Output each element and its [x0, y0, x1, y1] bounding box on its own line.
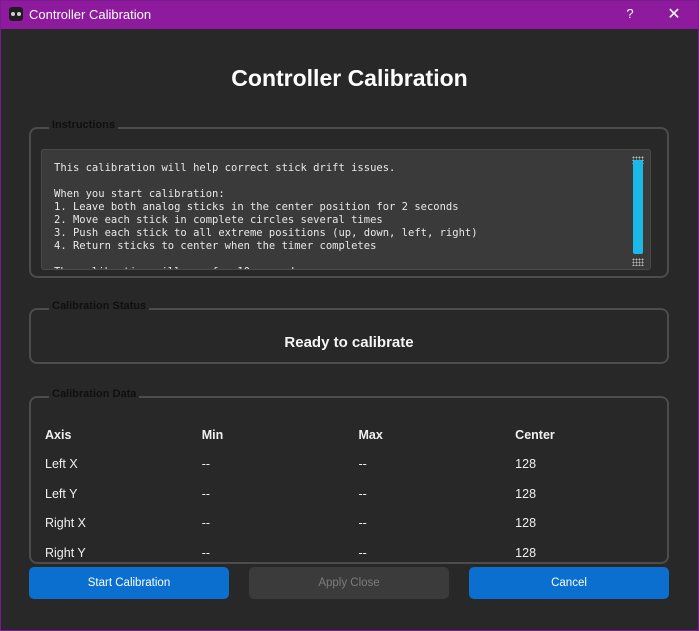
title-bar: Controller Calibration ? ✕ — [1, 1, 698, 29]
table-row: Left Y -- -- 128 — [45, 479, 645, 509]
table-row: Right X -- -- 128 — [45, 509, 645, 539]
window-title: Controller Calibration — [29, 7, 152, 22]
center-cell: 128 — [515, 545, 537, 560]
close-button[interactable]: ✕ — [663, 4, 685, 26]
axis-cell: Left Y — [45, 486, 78, 501]
calibration-window: Controller Calibration ? ✕ Controller Ca… — [0, 0, 699, 631]
apply-close-button[interactable]: Apply Close — [249, 567, 449, 599]
axis-cell: Left X — [45, 457, 78, 472]
max-cell: -- — [358, 457, 367, 472]
min-cell: -- — [201, 516, 211, 531]
column-header-axis: Axis — [45, 427, 72, 442]
page-title: Controller Calibration — [231, 65, 468, 91]
center-cell: 128 — [515, 516, 537, 531]
table-row: Left X -- -- 128 — [45, 450, 645, 480]
axis-cell: Right Y — [45, 545, 86, 560]
max-cell: -- — [358, 516, 367, 531]
column-header-center: Center — [515, 427, 555, 442]
instructions-group: Instructions This calibration will help … — [29, 119, 669, 278]
calibration-data-group: Calibration Data Axis Min Max Center Lef… — [29, 388, 669, 564]
table-row: Right Y -- -- 128 — [45, 538, 645, 568]
cancel-button[interactable]: Cancel — [469, 567, 669, 599]
status-text: Ready to calibrate — [284, 334, 414, 351]
instructions-textbox[interactable]: This calibration will help correct stick… — [41, 149, 651, 270]
min-cell: -- — [201, 457, 211, 472]
max-cell: -- — [358, 545, 367, 560]
instructions-legend: Instructions — [49, 119, 118, 131]
start-calibration-button[interactable]: Start Calibration — [29, 567, 229, 599]
axis-cell: Right X — [45, 516, 86, 531]
status-group: Calibration Status Ready to calibrate — [29, 300, 669, 364]
help-button[interactable]: ? — [621, 6, 639, 24]
instructions-scrollbar[interactable] — [632, 156, 644, 266]
scroll-down-arrow[interactable] — [632, 258, 644, 266]
min-cell: -- — [201, 486, 211, 501]
column-header-max: Max — [358, 427, 383, 442]
center-cell: 128 — [515, 457, 537, 472]
status-legend: Calibration Status — [49, 300, 150, 312]
center-cell: 128 — [515, 486, 537, 501]
table-header-row: Axis Min Max Center — [45, 420, 645, 450]
scroll-thumb[interactable] — [633, 160, 643, 254]
gamepad-icon — [9, 7, 23, 21]
calibration-data-legend: Calibration Data — [49, 388, 140, 400]
max-cell: -- — [358, 486, 367, 501]
min-cell: -- — [201, 545, 211, 560]
column-header-min: Min — [201, 427, 224, 442]
instructions-text: This calibration will help correct stick… — [54, 162, 478, 269]
calibration-table: Axis Min Max Center Left X -- -- 128 Lef… — [45, 420, 645, 568]
